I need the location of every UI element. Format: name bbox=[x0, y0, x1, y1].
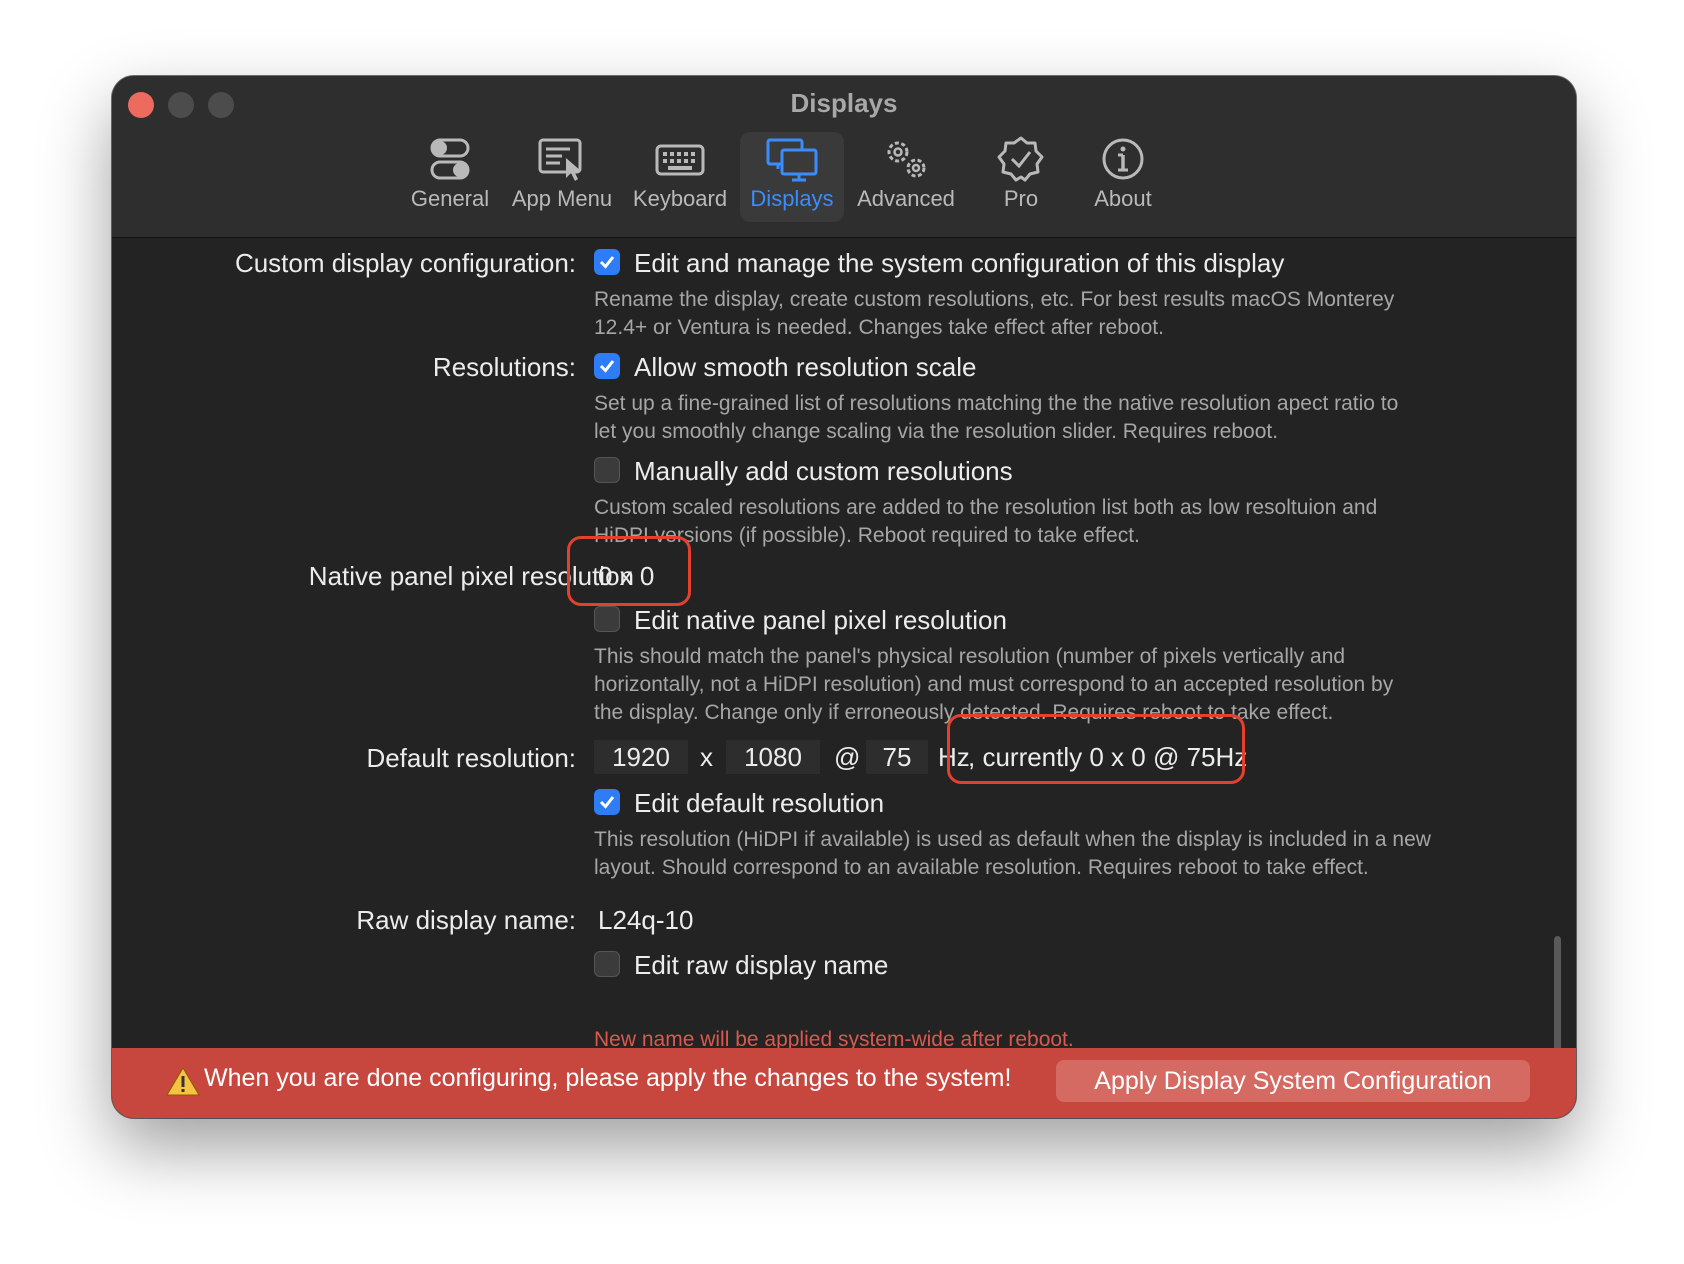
refresh-rate-field[interactable]: 75 bbox=[866, 740, 928, 774]
description-line: Custom scaled resolutions are added to t… bbox=[594, 496, 1378, 519]
keyboard-icon bbox=[655, 144, 705, 176]
tab-pro-label: Pro bbox=[1003, 186, 1039, 211]
raw-display-name-label: Raw display name: bbox=[356, 905, 576, 935]
tab-about[interactable]: About bbox=[1078, 132, 1168, 222]
description-line: Rename the display, create custom resolu… bbox=[594, 288, 1395, 311]
edit-raw-name-option: Edit raw display name bbox=[634, 950, 889, 980]
description-line: This resolution (HiDPI if available) is … bbox=[594, 828, 1431, 851]
gears-icon bbox=[887, 141, 926, 178]
smooth-resolution-checkbox[interactable] bbox=[594, 353, 620, 379]
default-resolution-description: This resolution (HiDPI if available) is … bbox=[594, 826, 1534, 882]
resolutions-label: Resolutions: bbox=[432, 352, 576, 382]
edit-default-resolution-option: Edit default resolution bbox=[634, 788, 885, 818]
default-width-field[interactable]: 1920 bbox=[594, 740, 688, 774]
banner-message: When you are done configuring, please ap… bbox=[204, 1064, 1012, 1092]
manual-resolutions-option: Manually add custom resolutions bbox=[634, 456, 1013, 486]
edit-default-resolution-checkbox[interactable] bbox=[594, 789, 620, 815]
tab-app-menu-label: App Menu bbox=[511, 186, 613, 211]
window-title: Displays bbox=[790, 88, 898, 118]
manual-resolutions-description: Custom scaled resolutions are added to t… bbox=[594, 494, 1514, 550]
checkmark-icon bbox=[599, 256, 615, 269]
verified-badge-icon bbox=[997, 136, 1044, 182]
description-line: layout. Should correspond to an availabl… bbox=[594, 856, 1369, 879]
displays-settings-window: Displays General App Menu Keyboard Displ… bbox=[112, 76, 1576, 1118]
description-line: let you smoothly change scaling via the … bbox=[594, 420, 1279, 443]
at-separator: @ bbox=[834, 742, 861, 772]
description-line: 12.4+ or Ventura is needed. Changes take… bbox=[594, 316, 1164, 339]
tab-keyboard-label: Keyboard bbox=[632, 186, 728, 211]
tab-app-menu[interactable]: App Menu bbox=[510, 132, 614, 222]
warning-icon bbox=[166, 1067, 200, 1096]
smooth-resolution-option: Allow smooth resolution scale bbox=[634, 352, 977, 382]
checkmark-icon bbox=[599, 796, 615, 809]
app-menu-pointer-icon bbox=[538, 138, 582, 181]
checkmark-icon bbox=[599, 360, 615, 373]
tab-general[interactable]: General bbox=[406, 132, 494, 222]
manual-resolutions-checkbox[interactable] bbox=[594, 457, 620, 483]
highlight-annotation bbox=[947, 714, 1245, 784]
toggle-switches-icon bbox=[430, 138, 470, 180]
displays-icon bbox=[766, 138, 818, 182]
custom-config-option: Edit and manage the system configuration… bbox=[634, 248, 1285, 278]
edit-native-resolution-checkbox[interactable] bbox=[594, 606, 620, 632]
settings-content: Custom display configuration: Edit and m… bbox=[112, 238, 1576, 1118]
edit-native-resolution-option: Edit native panel pixel resolution bbox=[634, 605, 1007, 635]
tab-about-label: About bbox=[1094, 186, 1152, 211]
apply-configuration-button[interactable]: Apply Display System Configuration bbox=[1056, 1060, 1530, 1102]
tab-pro[interactable]: Pro bbox=[976, 132, 1066, 222]
description-line: Set up a fine-grained list of resolution… bbox=[594, 392, 1399, 415]
tab-general-label: General bbox=[410, 186, 490, 211]
tab-advanced-label: Advanced bbox=[857, 186, 955, 211]
custom-config-label: Custom display configuration: bbox=[234, 248, 576, 278]
apply-banner: When you are done configuring, please ap… bbox=[112, 1048, 1576, 1118]
edit-raw-name-checkbox[interactable] bbox=[594, 951, 620, 977]
custom-config-description: Rename the display, create custom resolu… bbox=[594, 286, 1514, 342]
title-bar: Displays General App Menu Keyboard Displ… bbox=[112, 76, 1576, 238]
highlight-annotation bbox=[567, 536, 691, 606]
description-line: horizontally, not a HiDPI resolution) an… bbox=[594, 673, 1394, 696]
tab-keyboard[interactable]: Keyboard bbox=[630, 132, 730, 222]
x-separator: x bbox=[700, 742, 713, 772]
default-resolution-label: Default resolution: bbox=[366, 743, 576, 773]
custom-config-checkbox[interactable] bbox=[594, 249, 620, 275]
tab-displays[interactable]: Displays bbox=[740, 132, 844, 222]
description-line: HiDPI versions (if possible). Reboot req… bbox=[594, 524, 1140, 547]
smooth-resolution-description: Set up a fine-grained list of resolution… bbox=[594, 390, 1514, 446]
default-height-field[interactable]: 1080 bbox=[726, 740, 820, 774]
description-line: This should match the panel's physical r… bbox=[594, 645, 1346, 668]
tab-advanced[interactable]: Advanced bbox=[854, 132, 958, 222]
tab-displays-label: Displays bbox=[750, 186, 834, 211]
raw-display-name-value: L24q-10 bbox=[598, 905, 694, 935]
info-icon bbox=[1102, 138, 1144, 180]
